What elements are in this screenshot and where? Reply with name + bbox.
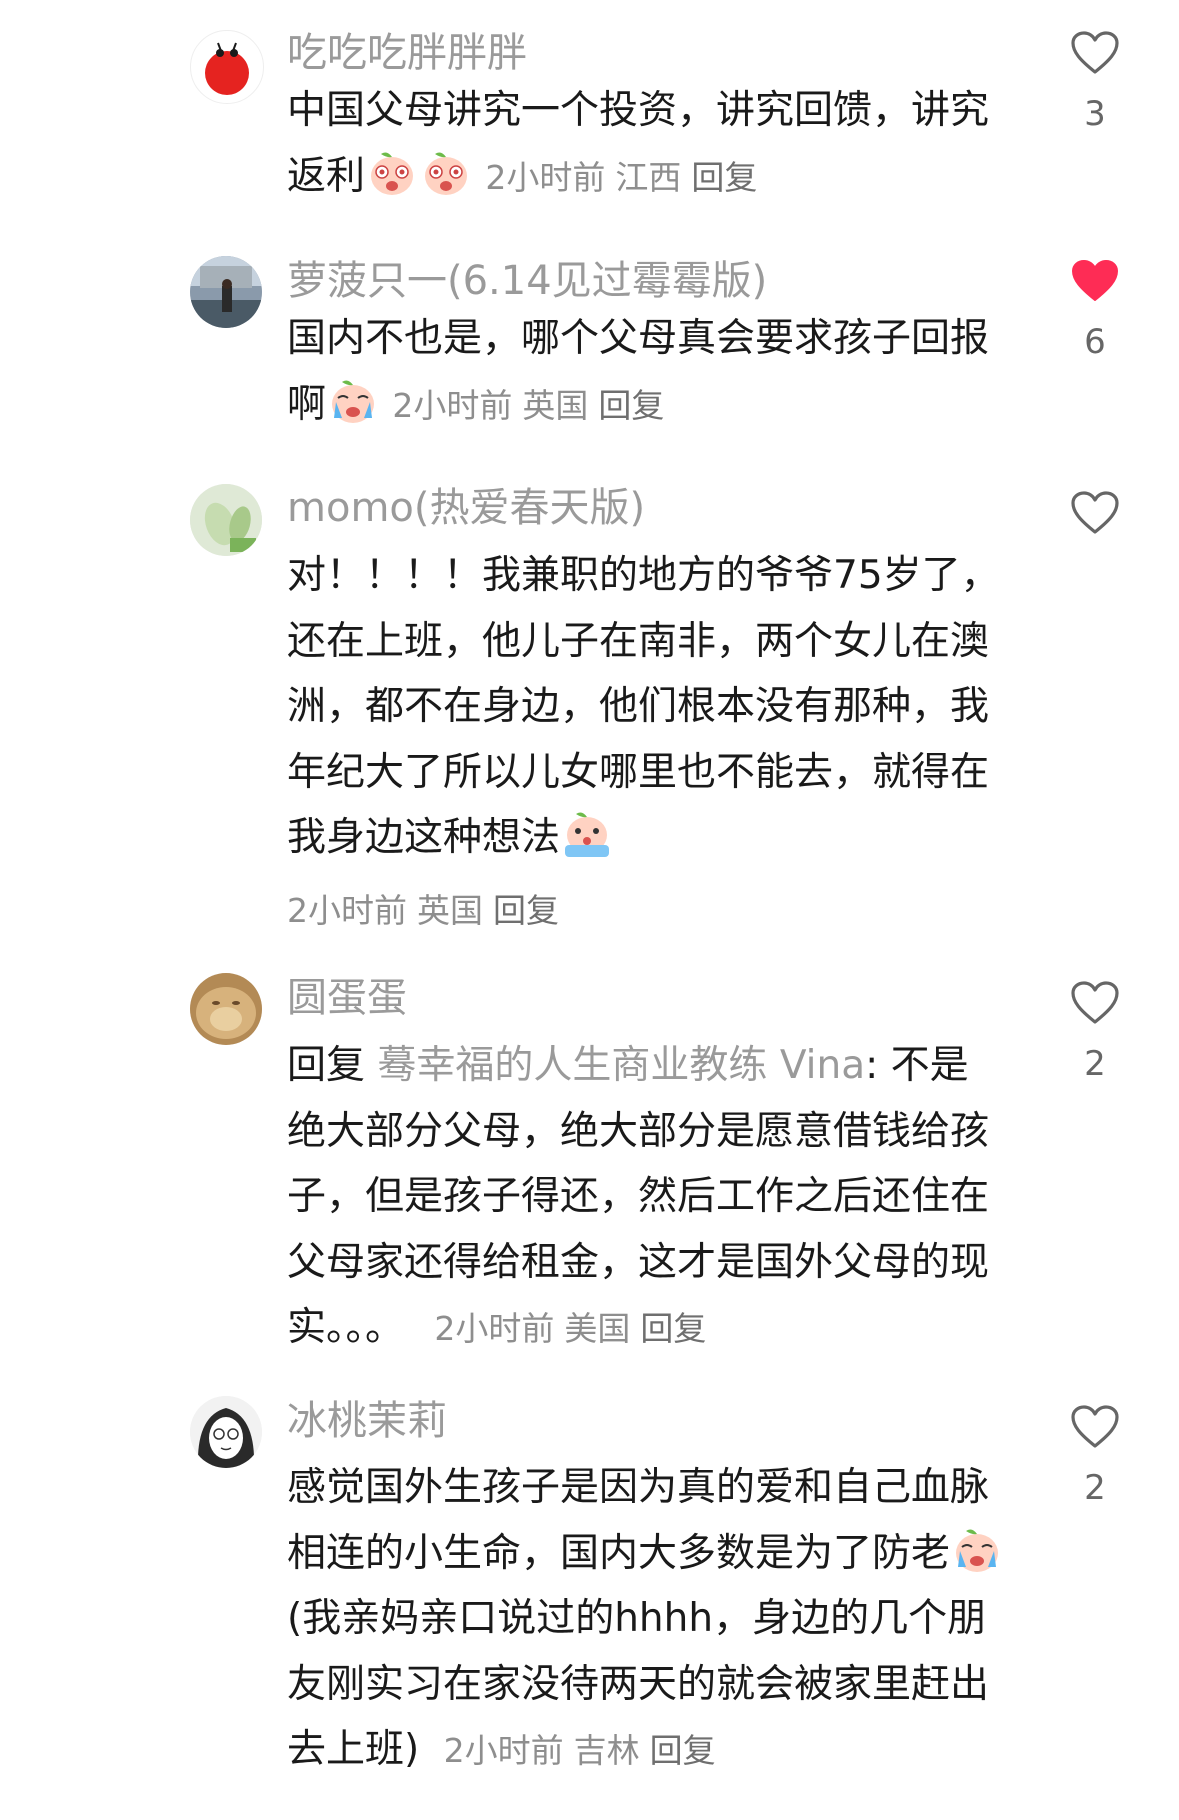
like-count: 3 [1084, 94, 1106, 134]
comment-location: 英国 [417, 891, 483, 930]
comment-location: 美国 [564, 1309, 631, 1348]
reply-button[interactable]: 回复 [598, 386, 664, 425]
avatar[interactable] [190, 30, 264, 104]
comment-text-content: 对！！！！我兼职的地方的爷爷75岁了，还在上班，他儿子在南非，两个女儿在澳洲，都… [287, 553, 1000, 860]
comment-meta: 2小时前 吉林 回复 [444, 1731, 726, 1770]
comment-text: 中国父母讲究一个投资，讲究回馈，讲究返利 2小时前 江西 回复 [287, 78, 1007, 210]
heart-outline-icon[interactable] [1070, 1404, 1120, 1450]
username[interactable]: momo(热爱春天版) [287, 480, 645, 536]
comment-text: 对！！！！我兼职的地方的爷爷75岁了，还在上班，他儿子在南非，两个女儿在澳洲，都… [287, 543, 1007, 871]
comment-location: 江西 [615, 157, 682, 197]
reply-button[interactable]: 回复 [640, 1309, 706, 1348]
avatar[interactable] [190, 1396, 262, 1468]
heart-filled-icon[interactable] [1070, 258, 1120, 304]
reply-button[interactable]: 回复 [691, 158, 757, 197]
comment-time: 2小时前 [443, 1731, 564, 1770]
like-control: 2 [1070, 980, 1120, 1084]
comment-time: 2小时前 [392, 385, 513, 425]
crying-peach-icon [371, 152, 414, 195]
like-control: 2 [1070, 1404, 1120, 1508]
heart-outline-icon[interactable] [1070, 30, 1120, 76]
comment-meta: 2小时前 美国 回复 [434, 1309, 716, 1348]
comment-time: 2小时前 [434, 1309, 555, 1348]
username[interactable]: 圆蛋蛋 [287, 970, 407, 1026]
heart-outline-icon[interactable] [1070, 980, 1120, 1026]
heart-outline-icon[interactable] [1070, 490, 1120, 536]
comment-meta: 2小时前 英国 回复 [392, 386, 674, 425]
like-count: 2 [1084, 1468, 1106, 1508]
username[interactable]: 萝菠只一(6.14见过霉霉版) [287, 253, 767, 309]
username[interactable]: 吃吃吃胖胖胖 [287, 25, 527, 81]
reply-button[interactable]: 回复 [493, 891, 559, 930]
comment-text-content: : 不是绝大部分父母，绝大部分是愿意借钱给孩子，但是孩子得还，然后工作之后还住在… [287, 1043, 990, 1350]
comment-time: 2小时前 [485, 157, 606, 197]
crying-peach-icon [425, 152, 468, 195]
comment-text: 感觉国外生孩子是因为真的爱和自己血脉相连的小生命，国内大多数是为了防老(我亲妈亲… [287, 1455, 1007, 1784]
comment-text-content: 感觉国外生孩子是因为真的爱和自己血脉相连的小生命，国内大多数是为了防老 [287, 1465, 990, 1576]
reply-prefix: 回复 [287, 1043, 366, 1088]
comment-time: 2小时前 [287, 891, 407, 930]
comment-meta: 2小时前 英国 回复 [287, 883, 569, 939]
avatar[interactable] [190, 484, 262, 556]
like-count: 2 [1084, 1044, 1106, 1084]
sobbing-peach-icon [956, 1529, 999, 1572]
like-count: 6 [1084, 322, 1106, 362]
comment-text: 回复 蓦幸福的人生商业教练 Vina: 不是绝大部分父母，绝大部分是愿意借钱给孩… [287, 1033, 1007, 1362]
like-control: 3 [1070, 30, 1120, 134]
comment-location: 英国 [522, 385, 589, 425]
comment-meta: 2小时前 江西 回复 [485, 158, 767, 197]
comment-text: 国内不也是，哪个父母真会要求孩子回报啊 2小时前 英国 回复 [287, 306, 1007, 438]
avatar[interactable] [190, 256, 262, 328]
reply-target-username[interactable]: 蓦幸福的人生商业教练 Vina [377, 1043, 865, 1088]
username[interactable]: 冰桃茉莉 [287, 1393, 447, 1449]
like-control: 6 [1070, 258, 1120, 362]
tears-peach-icon [565, 812, 610, 857]
reply-button[interactable]: 回复 [650, 1731, 716, 1770]
sobbing-peach-icon [332, 380, 375, 423]
comment-location: 吉林 [573, 1731, 640, 1770]
like-control [1070, 490, 1120, 554]
avatar[interactable] [190, 973, 262, 1045]
